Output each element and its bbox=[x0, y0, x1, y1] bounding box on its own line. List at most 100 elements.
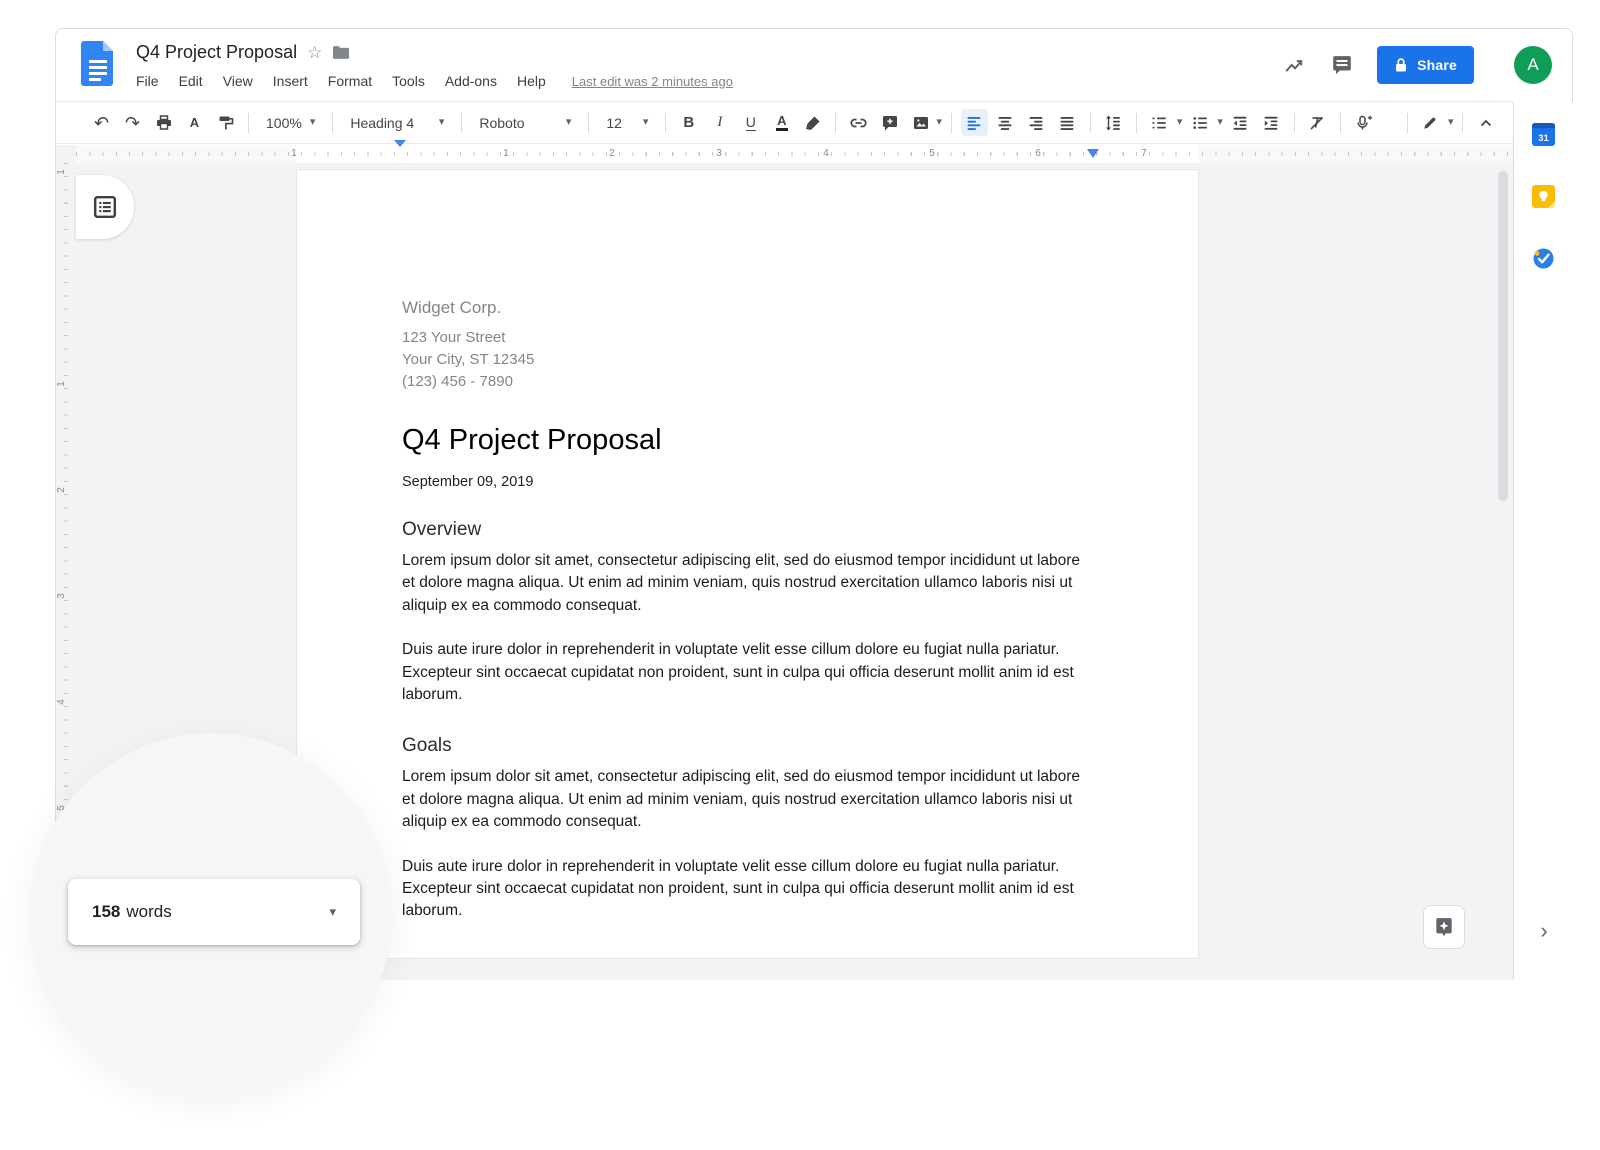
calendar-icon[interactable]: 31 bbox=[1532, 123, 1555, 146]
docs-logo-icon[interactable] bbox=[81, 40, 115, 87]
word-count-value: 158 bbox=[92, 902, 120, 922]
ruler-number: 5 bbox=[929, 148, 935, 159]
toolbar-divider bbox=[248, 113, 249, 133]
align-left-button[interactable] bbox=[961, 109, 988, 136]
menu-edit[interactable]: Edit bbox=[179, 73, 203, 89]
ruler-number: 4 bbox=[57, 699, 67, 705]
chevron-down-icon[interactable]: ▾ bbox=[1177, 117, 1183, 128]
toolbar-divider bbox=[1090, 113, 1091, 133]
font-select[interactable]: Roboto ▾ bbox=[471, 109, 579, 136]
increase-indent-button[interactable] bbox=[1258, 109, 1285, 136]
tasks-icon[interactable] bbox=[1532, 247, 1555, 270]
keep-icon[interactable] bbox=[1532, 185, 1555, 208]
menu-addons[interactable]: Add-ons bbox=[445, 73, 497, 89]
address-line: (123) 456 - 7890 bbox=[402, 371, 1093, 393]
section-heading-goals: Goals bbox=[402, 735, 1093, 757]
document-page[interactable]: Widget Corp. 123 Your Street Your City, … bbox=[296, 169, 1199, 959]
section-heading-overview: Overview bbox=[402, 519, 1093, 541]
print-button[interactable] bbox=[150, 109, 177, 136]
top-bar-right: Share A bbox=[1281, 29, 1552, 101]
word-count-dropdown-icon[interactable]: ▾ bbox=[329, 904, 336, 920]
comment-history-icon[interactable] bbox=[1329, 52, 1355, 78]
ruler-number: 1 bbox=[57, 381, 67, 387]
right-indent-marker[interactable] bbox=[1087, 149, 1099, 158]
paragraph: Duis aute irure dolor in reprehenderit i… bbox=[402, 639, 1093, 706]
word-count-widget[interactable]: 158 words ▾ bbox=[68, 879, 360, 945]
top-bar: Q4 Project Proposal ☆ File Edit View Ins… bbox=[56, 29, 1572, 101]
bold-button[interactable]: B bbox=[675, 109, 702, 136]
ruler-number: 1 bbox=[503, 148, 509, 159]
toolbar-divider bbox=[951, 113, 952, 133]
spellcheck-button[interactable]: A ✓ bbox=[181, 109, 208, 136]
justify-button[interactable] bbox=[1054, 109, 1081, 136]
voice-typing-button[interactable] bbox=[1350, 109, 1377, 136]
screenshot-root: { "header": { "title": "Q4 Project Propo… bbox=[0, 0, 1600, 1150]
share-button[interactable]: Share bbox=[1377, 46, 1474, 84]
account-avatar[interactable]: A bbox=[1514, 46, 1552, 84]
toolbar-divider bbox=[461, 113, 462, 133]
underline-button[interactable]: U bbox=[746, 115, 756, 131]
menu-insert[interactable]: Insert bbox=[273, 73, 308, 89]
company-address: 123 Your Street Your City, ST 12345 (123… bbox=[402, 327, 1093, 393]
zoom-select[interactable]: 100% ▾ bbox=[258, 109, 323, 136]
ruler-number: 1 bbox=[291, 148, 297, 159]
toolbar-divider bbox=[1340, 113, 1341, 133]
paragraph-style-select[interactable]: Heading 4 ▾ bbox=[342, 109, 452, 136]
menu-tools[interactable]: Tools bbox=[392, 73, 425, 89]
show-side-panel-chevron[interactable]: › bbox=[1514, 920, 1574, 942]
ruler-number: 7 bbox=[1141, 148, 1147, 159]
clear-formatting-button[interactable] bbox=[1304, 109, 1331, 136]
chevron-down-icon: ▾ bbox=[566, 117, 572, 128]
toolbar-divider bbox=[1407, 113, 1408, 133]
menu-help[interactable]: Help bbox=[517, 73, 546, 89]
numbered-list-button[interactable] bbox=[1146, 109, 1173, 136]
chevron-down-icon: ▾ bbox=[643, 117, 649, 128]
last-edit-link[interactable]: Last edit was 2 minutes ago bbox=[572, 74, 733, 89]
toolbar-divider bbox=[665, 113, 666, 133]
bulleted-list-button[interactable] bbox=[1186, 109, 1213, 136]
company-name: Widget Corp. bbox=[402, 298, 1093, 318]
insert-link-button[interactable] bbox=[845, 109, 872, 136]
chevron-down-icon[interactable]: ▾ bbox=[1217, 117, 1223, 128]
toolbar-divider bbox=[835, 113, 836, 133]
editing-mode-button[interactable] bbox=[1417, 109, 1444, 136]
decrease-indent-button[interactable] bbox=[1227, 109, 1254, 136]
paragraph: Lorem ipsum dolor sit amet, consectetur … bbox=[402, 550, 1093, 617]
ruler-number: 4 bbox=[823, 148, 829, 159]
explore-button[interactable] bbox=[1423, 905, 1465, 949]
insights-icon[interactable] bbox=[1281, 52, 1307, 78]
chevron-down-icon: ▾ bbox=[310, 117, 316, 128]
chevron-down-icon[interactable]: ▾ bbox=[936, 117, 942, 128]
star-icon[interactable]: ☆ bbox=[307, 44, 322, 61]
menu-bar: File Edit View Insert Format Tools Add-o… bbox=[136, 69, 733, 93]
menu-view[interactable]: View bbox=[223, 73, 253, 89]
document-outline-button[interactable] bbox=[76, 175, 134, 239]
insert-image-button[interactable] bbox=[907, 109, 934, 136]
move-folder-icon[interactable] bbox=[332, 45, 350, 60]
menu-format[interactable]: Format bbox=[328, 73, 372, 89]
paint-format-button[interactable] bbox=[212, 109, 239, 136]
font-size-select[interactable]: 12 ▾ bbox=[598, 109, 656, 136]
ruler-number: 1 bbox=[57, 169, 67, 175]
formatting-toolbar: ↶ ↷ A ✓ 100% ▾ Heading 4 bbox=[56, 101, 1513, 144]
document-title[interactable]: Q4 Project Proposal bbox=[136, 42, 297, 63]
italic-button[interactable]: I bbox=[717, 114, 722, 131]
ruler-number: 3 bbox=[716, 148, 722, 159]
share-button-label: Share bbox=[1417, 57, 1457, 73]
align-right-button[interactable] bbox=[1023, 109, 1050, 136]
collapse-toolbar-button[interactable] bbox=[1472, 109, 1499, 136]
vertical-scrollbar[interactable] bbox=[1498, 171, 1508, 501]
undo-button[interactable]: ↶ bbox=[88, 109, 115, 136]
document-date: September 09, 2019 bbox=[402, 474, 1093, 490]
text-color-button[interactable]: A bbox=[776, 114, 787, 131]
chevron-down-icon[interactable]: ▾ bbox=[1448, 117, 1454, 128]
menu-file[interactable]: File bbox=[136, 73, 159, 89]
add-comment-button[interactable] bbox=[876, 109, 903, 136]
toolbar-divider bbox=[1462, 113, 1463, 133]
highlight-color-button[interactable] bbox=[799, 109, 826, 136]
chevron-down-icon: ▾ bbox=[439, 117, 445, 128]
address-line: Your City, ST 12345 bbox=[402, 349, 1093, 371]
redo-button[interactable]: ↷ bbox=[119, 109, 146, 136]
align-center-button[interactable] bbox=[992, 109, 1019, 136]
line-spacing-button[interactable] bbox=[1100, 109, 1127, 136]
